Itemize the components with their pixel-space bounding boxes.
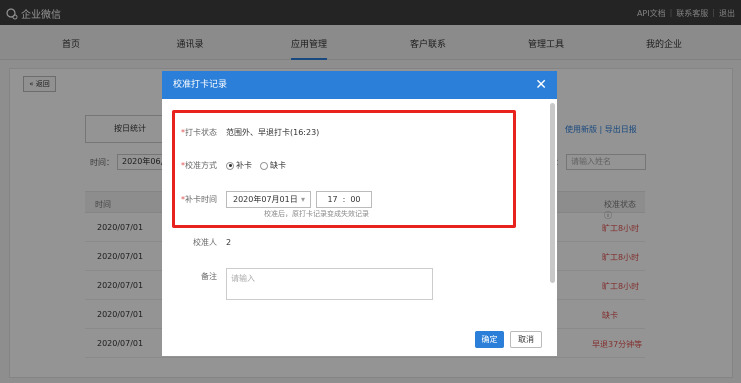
dialog-scrollbar[interactable]	[550, 103, 555, 283]
dialog-title: 校准打卡记录	[173, 80, 228, 90]
notes-label: 备注	[201, 272, 217, 281]
calibrator-value: 2	[226, 238, 232, 247]
confirm-button[interactable]: 确定	[475, 331, 504, 348]
calibrator-field: 校准人 2	[162, 237, 231, 248]
highlight-box	[172, 110, 516, 228]
notes-textarea[interactable]: 请输入	[226, 268, 433, 300]
cancel-button[interactable]: 取消	[510, 331, 542, 348]
dialog-header: 校准打卡记录 ✕	[162, 71, 557, 99]
notes-field: 备注 请输入	[162, 268, 433, 300]
calibrator-label: 校准人	[193, 238, 217, 247]
close-icon[interactable]: ✕	[535, 71, 547, 99]
